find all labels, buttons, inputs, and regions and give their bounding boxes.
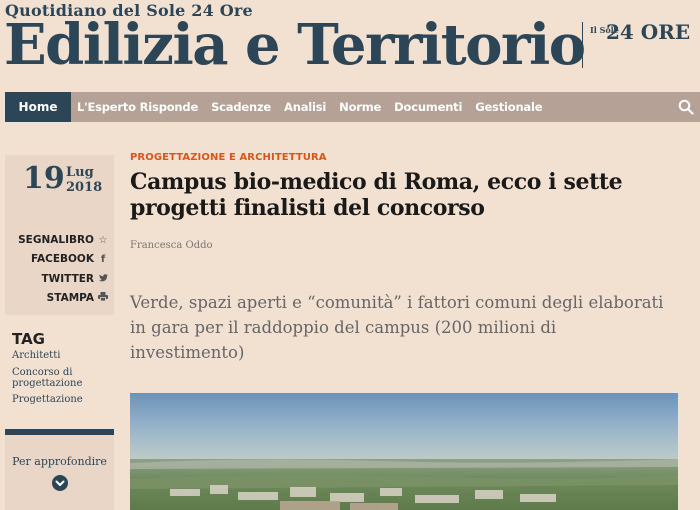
tag-heading: TAG [12,330,45,348]
masthead-divider [582,22,583,68]
related-box: Per approfondire [5,429,114,510]
nav-item-scadenze[interactable]: Scadenze [211,92,271,122]
article-aerial-photo [130,393,678,510]
twitter-icon [98,273,108,285]
tag-link-architetti[interactable]: Architetti [12,350,107,361]
bookmark-label: SEGNALIBRO [18,234,94,246]
site-brand-title[interactable]: Edilizia e Territorio [4,10,586,80]
nav-items: L'Esperto Risponde Scadenze Analisi Norm… [77,92,555,122]
nav-item-esperto[interactable]: L'Esperto Risponde [77,92,198,122]
facebook-icon: f [100,253,106,265]
nav-home[interactable]: Home [5,92,71,122]
main-navbar: Home L'Esperto Risponde Scadenze Analisi… [5,92,700,122]
nav-item-analisi[interactable]: Analisi [284,92,326,122]
tag-link-progettazione[interactable]: Progettazione [12,394,107,405]
date-month: Lug [66,165,94,180]
related-label: Per approfondire [12,455,107,468]
twitter-label: TWITTER [41,273,94,285]
date-year: 2018 [66,180,103,195]
article-subheading: Verde, spazi aperti e “comunità” i fatto… [130,293,664,362]
star-icon: ☆ [98,234,108,246]
article-author: Francesca Oddo [130,240,213,251]
twitter-share-button[interactable]: TWITTER [42,273,108,285]
print-icon [98,292,108,304]
nav-item-norme[interactable]: Norme [339,92,381,122]
search-icon[interactable] [678,99,694,115]
print-button[interactable]: STAMPA [47,292,108,304]
article-headline: Campus bio-medico di Roma, ecco i sette … [130,169,623,221]
date-month-year: Lug 2018 [66,165,102,195]
nav-item-documenti[interactable]: Documenti [394,92,462,122]
article-category[interactable]: PROGETTAZIONE E ARCHITETTURA [130,152,327,163]
logo-big-text: 24 ORE [606,20,691,44]
date-share-box: 19 Lug 2018 SEGNALIBRO ☆ FACEBOOK f TWIT… [5,155,114,315]
nav-item-gestionale[interactable]: Gestionale [475,92,542,122]
date-day: 19 [23,161,65,196]
masthead: Quotidiano del Sole 24 Ore Edilizia e Te… [0,0,700,88]
expand-related-button[interactable] [52,475,68,491]
facebook-label: FACEBOOK [31,253,94,265]
facebook-share-button[interactable]: FACEBOOK f [31,253,108,265]
print-label: STAMPA [46,292,94,304]
chevron-down-icon [55,480,65,486]
tag-link-concorso[interactable]: Concorso di progettazione [12,367,107,389]
bookmark-button[interactable]: SEGNALIBRO ☆ [18,234,108,246]
